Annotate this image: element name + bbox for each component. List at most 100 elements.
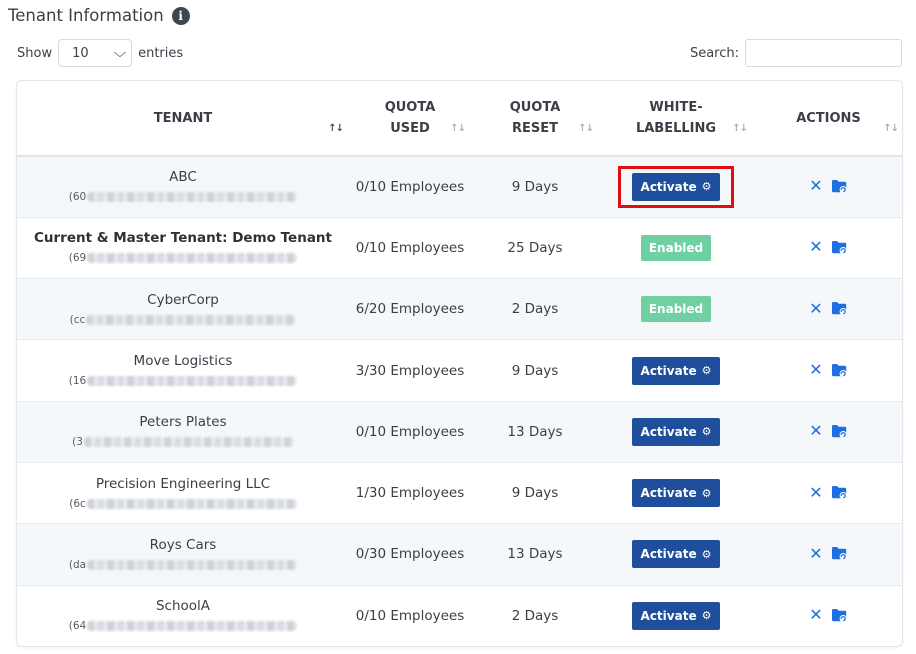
sort-arrows-icon[interactable]: ↑↓ — [328, 118, 344, 139]
folder-sync-icon[interactable] — [831, 301, 848, 316]
tenant-id-prefix: (16 — [68, 375, 87, 388]
sort-arrows-icon[interactable]: ↑↓ — [578, 118, 594, 139]
folder-sync-icon[interactable] — [831, 608, 848, 623]
tenant-id: (cc — [70, 314, 297, 326]
redacted-id — [87, 621, 298, 632]
white-labelling-cell: Activate ⚙ — [599, 401, 753, 463]
delete-x-icon[interactable]: ✕ — [809, 300, 822, 317]
activate-button[interactable]: Activate ⚙ — [631, 417, 721, 446]
actions-group: ✕ — [809, 545, 848, 562]
search-input[interactable] — [745, 39, 902, 67]
activate-button[interactable]: Activate ⚙ — [631, 356, 721, 385]
quota-used-cell: 0/10 Employees — [349, 156, 471, 218]
page-title: Tenant Information — [8, 6, 164, 25]
tenant-id-prefix: (64 — [68, 620, 87, 633]
tenant-id-prefix: (69 — [68, 252, 87, 265]
gear-icon: ⚙ — [701, 425, 712, 439]
redacted-id — [87, 253, 298, 264]
folder-sync-icon[interactable] — [831, 363, 848, 378]
table-header-row: TENANT ↑↓ QUOTA USED ↑↓ QUOTA RESET ↑↓ WHITE- LAB… — [17, 81, 902, 157]
actions-cell: ✕ — [753, 401, 902, 463]
activate-button-label: Activate — [640, 547, 697, 562]
white-labelling-cell: Activate ⚙ — [599, 156, 753, 218]
tenant-name: Current & Master Tenant: Demo Tenant — [34, 230, 332, 247]
delete-x-icon[interactable]: ✕ — [809, 423, 822, 439]
folder-sync-icon[interactable] — [831, 240, 848, 255]
column-header-label: QUOTA — [384, 100, 436, 115]
tenant-id-prefix: (60 — [68, 191, 87, 204]
tenant-name: Roys Cars — [149, 536, 217, 553]
actions-cell: ✕ — [753, 462, 902, 525]
activate-button[interactable]: Activate ⚙ — [631, 172, 721, 201]
tenant-name: Move Logistics — [133, 353, 233, 370]
activate-button[interactable]: Activate ⚙ — [631, 479, 721, 508]
actions-group: ✕ — [809, 607, 847, 623]
table-row: CyberCorp (cc 6/20 Employees 2 Days Enabled ✕ — [17, 278, 902, 341]
folder-sync-icon[interactable] — [831, 424, 848, 439]
actions-group: ✕ — [809, 178, 847, 194]
activate-button[interactable]: Activate ⚙ — [631, 601, 721, 630]
tenant-id-prefix: (3 — [72, 436, 83, 449]
folder-sync-icon[interactable] — [831, 179, 848, 194]
tenant-cell: CyberCorp (cc — [17, 278, 349, 341]
quota-reset-cell: 13 Days — [471, 401, 599, 463]
redacted-id — [87, 376, 298, 387]
delete-x-icon[interactable]: ✕ — [809, 362, 822, 378]
actions-group: ✕ — [809, 423, 847, 439]
tenant-table-card: TENANT ↑↓ QUOTA USED ↑↓ QUOTA RESET ↑↓ WHITE- LAB… — [16, 80, 903, 647]
delete-x-icon[interactable]: ✕ — [809, 545, 822, 562]
actions-cell: ✕ — [753, 339, 902, 402]
tenant-name: CyberCorp — [147, 291, 219, 308]
tenant-id: (64 — [68, 620, 298, 633]
table-row: Roys Cars (da 0/30 Employees 13 Days Activat… — [17, 523, 902, 586]
column-header-label: QUOTA — [509, 100, 561, 115]
tenant-id-prefix: (cc — [69, 313, 86, 326]
gear-icon: ⚙ — [701, 180, 712, 194]
delete-x-icon[interactable]: ✕ — [809, 484, 822, 501]
sort-arrows-icon[interactable]: ↑↓ — [450, 118, 466, 139]
tenant-cell: ABC (60 — [17, 156, 349, 218]
column-header-quota-reset[interactable]: QUOTA RESET ↑↓ — [471, 81, 599, 157]
column-header-quota-used[interactable]: QUOTA USED ↑↓ — [349, 81, 471, 157]
info-icon[interactable]: i — [171, 6, 190, 25]
tenant-table: TENANT ↑↓ QUOTA USED ↑↓ QUOTA RESET ↑↓ WHITE- LAB… — [17, 81, 902, 646]
actions-group: ✕ — [809, 239, 847, 255]
tenant-cell: Roys Cars (da — [17, 523, 349, 586]
tenant-id-prefix: (6c — [69, 497, 86, 510]
table-row: Precision Engineering LLC (6c 1/30 Employe… — [17, 462, 902, 525]
tenant-cell: Current & Master Tenant: Demo Tenant (69 — [17, 217, 349, 280]
table-body: ABC (60 0/10 Employees 9 Days Activate ⚙ ✕ Curr… — [17, 156, 902, 646]
quota-used-cell: 3/30 Employees — [349, 339, 471, 402]
redacted-id — [83, 437, 294, 448]
enabled-badge: Enabled — [640, 234, 712, 261]
entries-select[interactable]: 10 ⌵ — [58, 39, 133, 67]
quota-used-cell: 0/10 Employees — [349, 585, 471, 646]
column-header-tenant[interactable]: TENANT ↑↓ — [17, 81, 349, 157]
delete-x-icon[interactable]: ✕ — [809, 607, 822, 623]
column-header-actions[interactable]: ACTIONS ↑↓ — [753, 81, 902, 157]
gear-icon: ⚙ — [701, 547, 712, 561]
column-header-white-labelling[interactable]: WHITE- LABELLING ↑↓ — [599, 81, 753, 157]
actions-cell: ✕ — [753, 523, 902, 586]
chevron-down-icon: ⌵ — [113, 45, 127, 61]
folder-sync-icon[interactable] — [831, 485, 848, 500]
redacted-id — [86, 498, 297, 509]
quota-reset-cell: 13 Days — [471, 523, 599, 586]
folder-sync-icon[interactable] — [831, 546, 848, 561]
tenant-cell: Peters Plates (3 — [17, 401, 349, 463]
white-labelling-cell: Enabled — [599, 278, 753, 341]
delete-x-icon[interactable]: ✕ — [809, 239, 822, 255]
tenant-name: SchoolA — [155, 598, 211, 615]
activate-button[interactable]: Activate ⚙ — [631, 540, 721, 569]
quota-used-cell: 0/10 Employees — [349, 217, 471, 280]
gear-icon: ⚙ — [701, 364, 712, 378]
tenant-id: (da — [69, 559, 298, 571]
quota-used-cell: 0/30 Employees — [349, 523, 471, 586]
tenant-cell: Precision Engineering LLC (6c — [17, 462, 349, 525]
show-entries-group: Show 10 ⌵ entries — [17, 39, 183, 67]
redacted-id — [87, 559, 298, 570]
sort-arrows-icon[interactable]: ↑↓ — [732, 118, 748, 139]
white-labelling-cell: Activate ⚙ — [599, 462, 753, 525]
delete-x-icon[interactable]: ✕ — [809, 178, 822, 194]
sort-arrows-icon[interactable]: ↑↓ — [883, 118, 899, 139]
